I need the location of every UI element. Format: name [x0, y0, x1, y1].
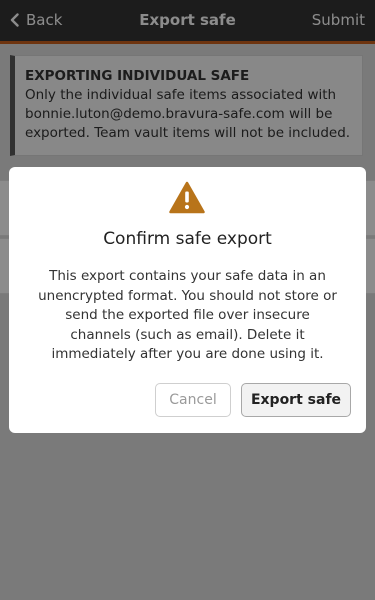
dialog-title: Confirm safe export — [103, 229, 272, 249]
cancel-button[interactable]: Cancel — [155, 383, 231, 417]
dialog-message: This export contains your safe data in a… — [38, 268, 337, 362]
warning-triangle-icon — [169, 181, 205, 214]
export-safe-button[interactable]: Export safe — [241, 383, 351, 417]
confirm-export-dialog: Confirm safe export This export contains… — [9, 167, 366, 433]
